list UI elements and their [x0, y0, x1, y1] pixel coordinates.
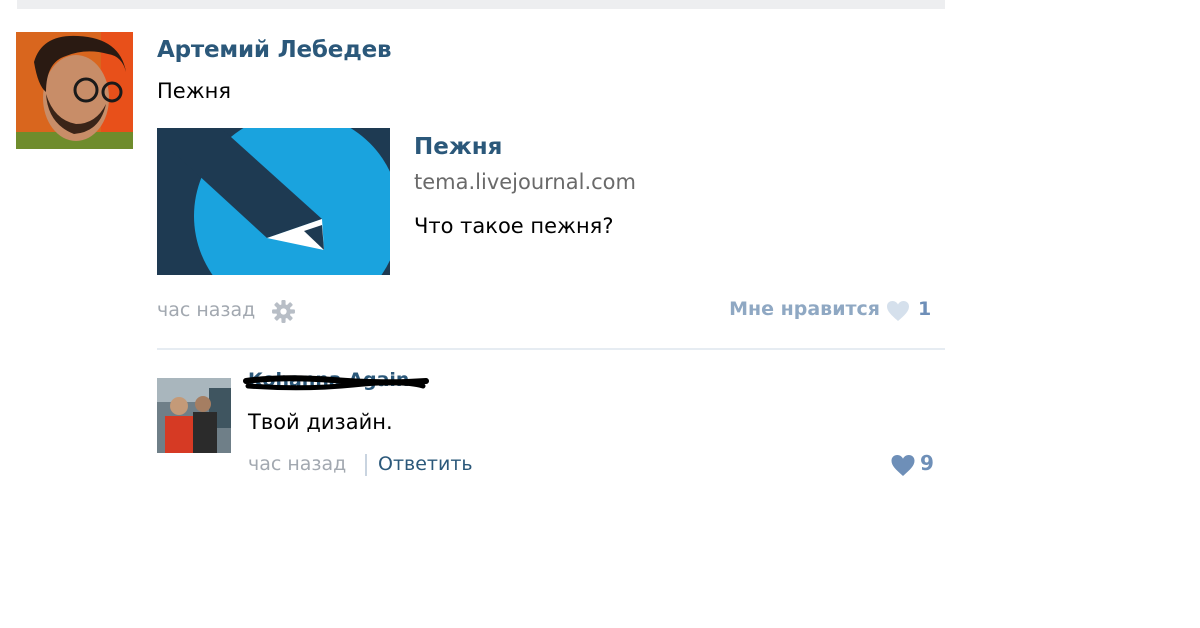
divider [157, 348, 945, 350]
avatar-image [157, 378, 231, 453]
comment-like-count[interactable]: 9 [920, 451, 934, 475]
comment-text: Твой дизайн. [248, 410, 393, 434]
like-button-label[interactable]: Мне нравится [729, 298, 880, 320]
heart-icon[interactable] [886, 300, 910, 322]
like-count[interactable]: 1 [918, 298, 931, 320]
post-author-avatar[interactable] [16, 32, 133, 149]
comment-time[interactable]: час назад [248, 453, 346, 475]
post-text: Пежня [157, 79, 231, 103]
reply-link[interactable]: Ответить [378, 453, 473, 475]
link-description: Что такое пежня? [414, 214, 614, 238]
redaction-scribble [243, 375, 429, 391]
post-author-name[interactable]: Артемий Лебедев [157, 37, 392, 63]
pencil-icon [157, 128, 390, 275]
avatar-image [16, 32, 133, 149]
link-thumbnail[interactable] [157, 128, 390, 275]
separator [365, 454, 367, 476]
link-title[interactable]: Пежня [414, 134, 502, 160]
top-strip [17, 0, 945, 9]
link-domain: tema.livejournal.com [414, 170, 636, 194]
heart-icon[interactable] [890, 454, 916, 477]
comment-author-avatar[interactable] [157, 378, 231, 453]
post-time[interactable]: час назад [157, 299, 255, 321]
gear-icon[interactable] [271, 299, 296, 324]
